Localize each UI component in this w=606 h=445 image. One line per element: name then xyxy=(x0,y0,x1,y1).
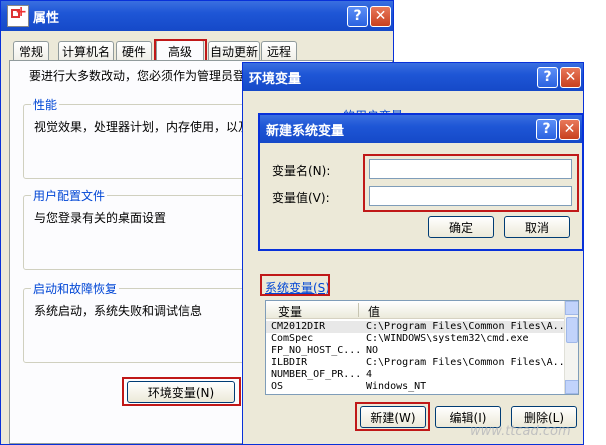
close-icon[interactable]: ✕ xyxy=(370,5,391,27)
new-var-help-icon[interactable]: ? xyxy=(536,118,557,140)
sys-vars-highlight xyxy=(260,274,330,296)
env-dialog-title: 环境变量 xyxy=(249,71,302,87)
system-properties-titlebar: + 属性 ? ✕ xyxy=(1,1,393,31)
tab-hardware[interactable]: 硬件 xyxy=(116,41,152,60)
tab-advanced-highlight xyxy=(154,39,207,62)
scroll-up-icon[interactable] xyxy=(565,301,578,315)
tab-computer-name[interactable]: 计算机名 xyxy=(58,41,114,60)
list-header: 变量 值 xyxy=(266,301,566,319)
new-var-close-icon[interactable]: ✕ xyxy=(559,118,580,140)
new-var-titlebar: 新建系统变量 ? ✕ xyxy=(260,115,582,143)
help-icon[interactable]: ? xyxy=(347,5,368,27)
env-close-icon[interactable]: ✕ xyxy=(560,66,581,88)
performance-desc: 视觉效果，处理器计划，内存使用，以及虚 xyxy=(34,120,244,134)
watermark: www.ttcad.com xyxy=(470,424,571,439)
environment-variables-highlight xyxy=(122,377,241,406)
scroll-down-icon[interactable] xyxy=(565,380,578,394)
tab-auto-update[interactable]: 自动更新 xyxy=(208,41,260,60)
vertical-scrollbar[interactable] xyxy=(564,301,578,394)
env-dialog-titlebar: 环境变量 ? ✕ xyxy=(243,63,583,91)
env-help-icon[interactable]: ? xyxy=(537,66,558,88)
performance-group xyxy=(23,104,263,179)
startup-group xyxy=(23,288,263,363)
column-name-header[interactable]: 变量 xyxy=(278,303,302,320)
user-profile-desc: 与您登录有关的桌面设置 xyxy=(34,211,167,225)
cancel-button[interactable]: 取消 xyxy=(504,216,570,238)
table-row[interactable]: ComSpec C:\WINDOWS\system32\cmd.exe xyxy=(266,333,566,345)
column-value-header[interactable]: 值 xyxy=(368,303,380,320)
table-row[interactable]: NUMBER_OF_PR... 4 xyxy=(266,369,566,381)
table-row[interactable]: ILBDIR C:\Program Files\Common Files\A... xyxy=(266,357,571,369)
system-variables-list[interactable]: 变量 值 CM2012DIR C:\Program Files\Common Fi… xyxy=(265,300,579,395)
system-properties-title: 属性 xyxy=(33,10,60,26)
new-var-title: 新建系统变量 xyxy=(266,123,345,139)
user-profile-group xyxy=(23,195,263,270)
variable-value-label: 变量值(V): xyxy=(272,191,330,205)
tab-general[interactable]: 常规 xyxy=(13,41,49,60)
tab-remote[interactable]: 远程 xyxy=(261,41,297,60)
variable-name-label: 变量名(N): xyxy=(272,164,331,178)
table-row[interactable]: CM2012DIR C:\Program Files\Common Files\A… xyxy=(266,321,571,333)
ok-button[interactable]: 确定 xyxy=(428,216,494,238)
table-row[interactable]: OS Windows_NT xyxy=(266,381,566,393)
new-system-variable-dialog: 新建系统变量 ? ✕ 变量名(N): 变量值(V): 确定 取消 xyxy=(258,113,584,251)
new-button-highlight xyxy=(355,402,430,431)
startup-label: 启动和故障恢复 xyxy=(31,280,120,297)
table-row[interactable]: FP_NO_HOST_C... NO xyxy=(266,345,566,357)
scroll-thumb[interactable] xyxy=(566,317,578,343)
performance-label: 性能 xyxy=(31,96,60,113)
admin-note: 要进行大多数改动，您必须作为管理员登录。 xyxy=(29,69,270,83)
inputs-highlight xyxy=(363,154,579,212)
user-profile-label: 用户配置文件 xyxy=(31,187,108,204)
app-icon: + xyxy=(7,5,29,27)
startup-desc: 系统启动，系统失败和调试信息 xyxy=(34,304,203,318)
